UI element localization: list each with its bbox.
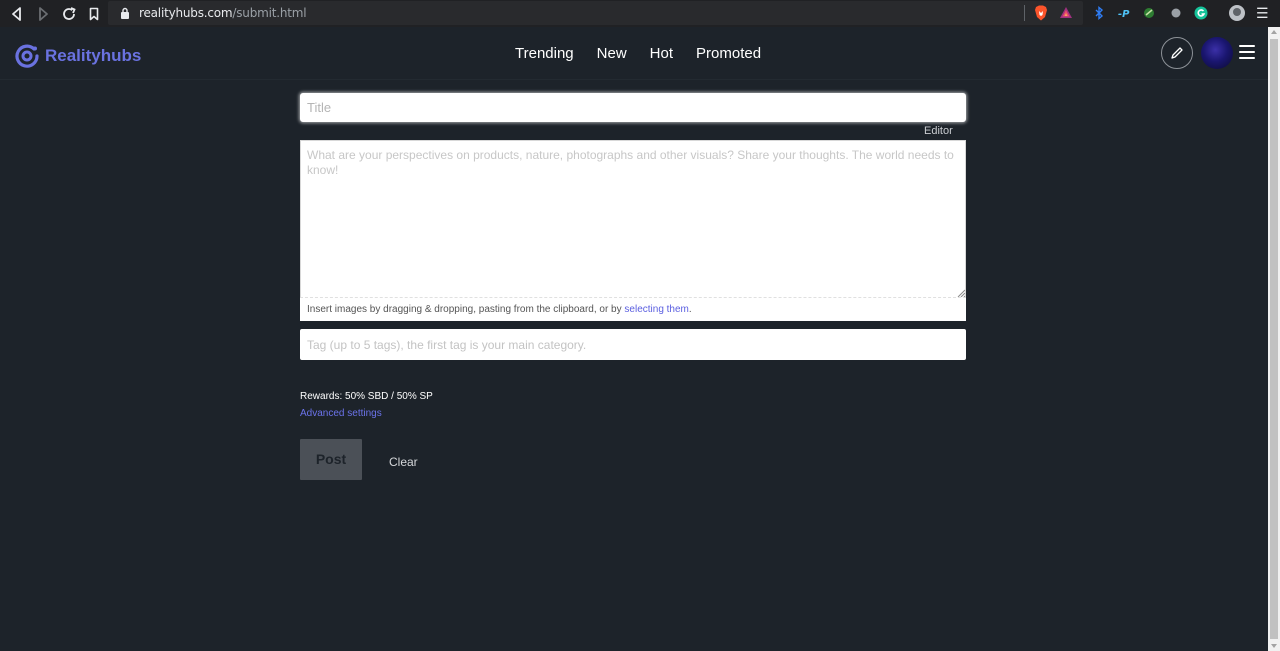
lock-icon bbox=[121, 7, 129, 19]
nav-hot[interactable]: Hot bbox=[650, 45, 673, 62]
back-icon[interactable] bbox=[4, 0, 30, 27]
url-domain: realityhubs.com bbox=[139, 6, 233, 20]
svg-text:-P: -P bbox=[1118, 9, 1130, 20]
page-scrollbar[interactable] bbox=[1268, 27, 1280, 651]
url-path: /submit.html bbox=[232, 6, 307, 20]
nav-new[interactable]: New bbox=[597, 45, 627, 62]
scroll-down-arrow[interactable] bbox=[1271, 644, 1277, 648]
dropzone-text: Insert images by dragging & dropping, pa… bbox=[307, 304, 625, 315]
extension-p-icon[interactable]: -P bbox=[1117, 6, 1131, 20]
select-images-link[interactable]: selecting them bbox=[624, 304, 688, 315]
brave-rewards-icon[interactable] bbox=[1059, 6, 1073, 20]
image-dropzone-hint: Insert images by dragging & dropping, pa… bbox=[307, 304, 692, 315]
realityhubs-logo-icon bbox=[15, 44, 39, 68]
logo-text: Realityhubs bbox=[45, 46, 142, 65]
bookmark-icon[interactable] bbox=[81, 0, 107, 27]
pencil-icon bbox=[1171, 47, 1183, 59]
rewards-text: Rewards: 50% SBD / 50% SP bbox=[300, 391, 433, 402]
resize-grip-icon[interactable] bbox=[957, 289, 965, 297]
url-divider bbox=[1024, 5, 1025, 21]
profile-icon[interactable] bbox=[1229, 5, 1245, 21]
compose-button[interactable] bbox=[1161, 37, 1193, 69]
extension-leaf-icon[interactable] bbox=[1142, 6, 1156, 20]
hamburger-icon[interactable] bbox=[1239, 45, 1255, 59]
logo[interactable]: Realityhubs bbox=[15, 44, 141, 68]
title-input[interactable] bbox=[300, 93, 966, 122]
dropzone-end: . bbox=[688, 304, 692, 315]
reload-icon[interactable] bbox=[56, 0, 82, 27]
post-button[interactable]: Post bbox=[300, 439, 362, 480]
browser-toolbar: realityhubs.com/submit.html -P ☰ bbox=[0, 0, 1280, 27]
site-header: Realityhubs Trending New Hot Promoted bbox=[0, 27, 1268, 80]
address-bar[interactable]: realityhubs.com/submit.html bbox=[108, 1, 1083, 25]
url-text: realityhubs.com/submit.html bbox=[139, 6, 307, 20]
nav-trending[interactable]: Trending bbox=[515, 45, 574, 62]
body-textarea[interactable] bbox=[300, 140, 966, 298]
forward-icon[interactable] bbox=[30, 0, 56, 27]
body-editor bbox=[300, 140, 966, 321]
extension-dot-icon[interactable] bbox=[1169, 6, 1183, 20]
clear-button[interactable]: Clear bbox=[389, 455, 418, 469]
scroll-thumb[interactable] bbox=[1270, 39, 1278, 639]
main-nav: Trending New Hot Promoted bbox=[515, 45, 784, 62]
extension-grammarly-icon[interactable] bbox=[1194, 6, 1208, 20]
avatar[interactable] bbox=[1201, 37, 1233, 69]
brave-shield-icon[interactable] bbox=[1034, 5, 1048, 21]
editor-toggle[interactable]: Editor bbox=[924, 125, 953, 137]
tags-input[interactable] bbox=[300, 329, 966, 360]
nav-promoted[interactable]: Promoted bbox=[696, 45, 761, 62]
advanced-settings-link[interactable]: Advanced settings bbox=[300, 408, 382, 419]
scroll-up-arrow[interactable] bbox=[1271, 30, 1277, 34]
extension-bluetooth-icon[interactable] bbox=[1092, 6, 1106, 20]
menu-icon[interactable]: ☰ bbox=[1256, 5, 1269, 21]
